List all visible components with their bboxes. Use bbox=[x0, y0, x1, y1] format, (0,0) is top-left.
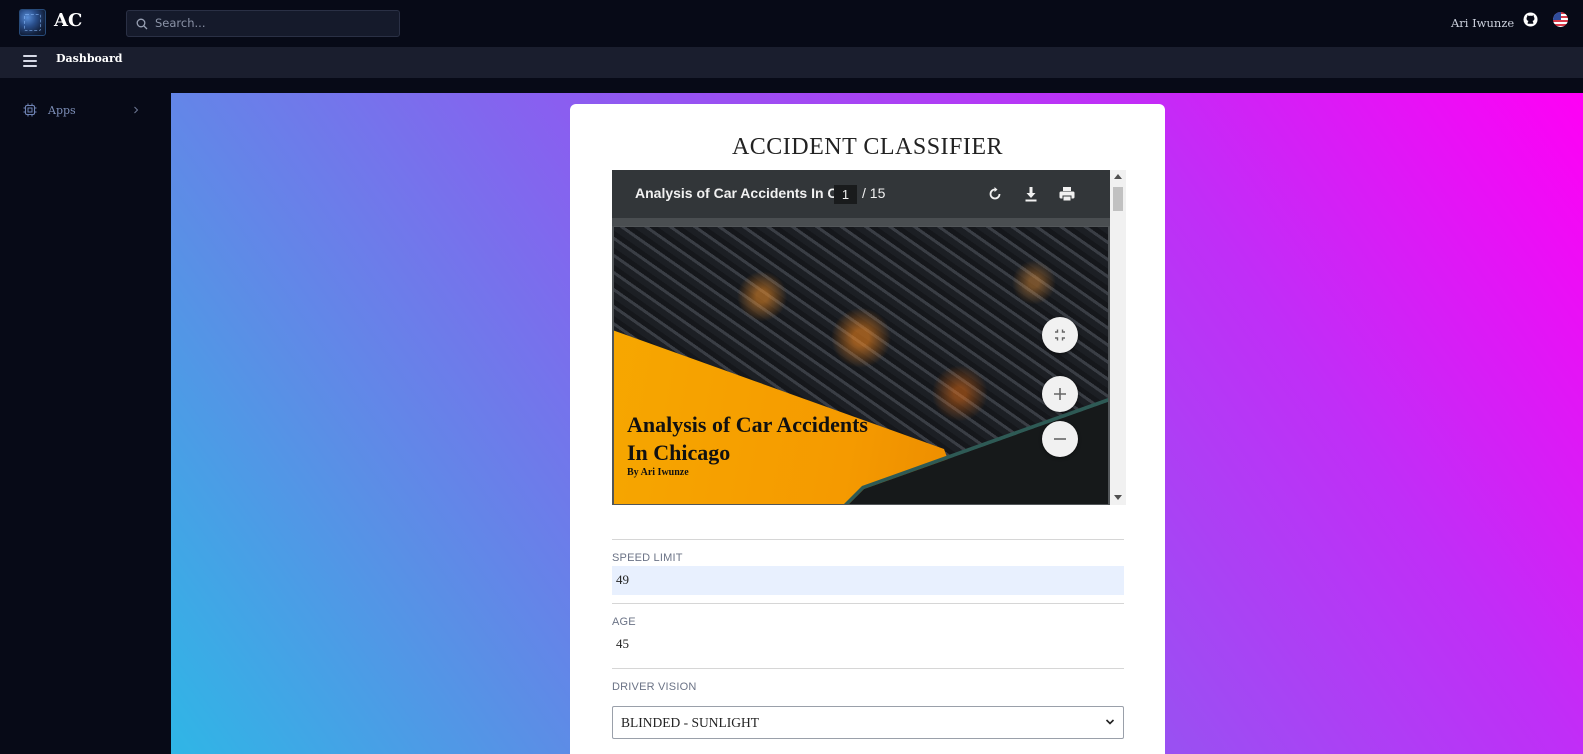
page-title: ACCIDENT CLASSIFIER bbox=[731, 134, 1004, 160]
zoom-in-button[interactable] bbox=[1042, 376, 1078, 412]
pdf-title: Analysis of Car Accidents In C... bbox=[635, 185, 850, 201]
chevron-right-icon bbox=[134, 106, 139, 114]
download-icon[interactable] bbox=[1022, 185, 1040, 203]
fit-page-button[interactable] bbox=[1042, 317, 1078, 353]
pdf-toolbar: Analysis of Car Accidents In C... 1 / 15 bbox=[612, 170, 1110, 218]
pdf-page: Analysis of Car Accidents In Chicago By … bbox=[614, 227, 1108, 504]
pdf-toolbar-shadow bbox=[612, 218, 1110, 226]
pdf-page-total: / 15 bbox=[862, 185, 886, 201]
divider bbox=[612, 668, 1124, 669]
speed-limit-label: SPEED LIMIT bbox=[612, 552, 683, 564]
breadcrumb-dashboard[interactable]: Dashboard bbox=[56, 52, 123, 65]
divider bbox=[612, 539, 1124, 540]
sidebar: Apps bbox=[0, 78, 171, 754]
cpu-icon bbox=[23, 103, 37, 117]
zoom-out-button[interactable] bbox=[1042, 421, 1078, 457]
minus-icon bbox=[1054, 438, 1066, 440]
pdf-viewer[interactable]: Analysis of Car Accidents In C... 1 / 15 bbox=[612, 170, 1126, 505]
driver-vision-label: DRIVER VISION bbox=[612, 681, 697, 693]
pdf-page-input[interactable]: 1 bbox=[834, 185, 857, 204]
us-flag-icon[interactable] bbox=[1553, 12, 1568, 27]
sidebar-item-label: Apps bbox=[48, 104, 76, 117]
age-label: AGE bbox=[612, 616, 636, 628]
divider bbox=[612, 603, 1124, 604]
driver-vision-select[interactable]: BLINDED - SUNLIGHT bbox=[612, 706, 1124, 739]
age-input[interactable]: 45 bbox=[612, 630, 1124, 659]
sidebar-item-apps[interactable]: Apps bbox=[0, 100, 171, 120]
top-bar: AC Search... Ari Iwunze bbox=[0, 0, 1583, 47]
search-input[interactable]: Search... bbox=[126, 10, 400, 37]
search-icon bbox=[136, 18, 148, 30]
hamburger-menu-icon[interactable] bbox=[23, 55, 37, 67]
logo-image[interactable] bbox=[19, 9, 46, 36]
search-placeholder: Search... bbox=[155, 16, 206, 30]
slide-heading: Analysis of Car Accidents In Chicago bbox=[627, 412, 868, 465]
scroll-up-icon[interactable] bbox=[1114, 174, 1122, 179]
user-name[interactable]: Ari Iwunze bbox=[1451, 16, 1514, 30]
scroll-thumb[interactable] bbox=[1113, 187, 1123, 211]
chevron-down-icon bbox=[1105, 719, 1115, 725]
plus-icon bbox=[1054, 388, 1066, 400]
print-icon[interactable] bbox=[1058, 185, 1076, 203]
driver-vision-value: BLINDED - SUNLIGHT bbox=[621, 715, 759, 730]
collapse-icon bbox=[1055, 329, 1065, 341]
scroll-down-icon[interactable] bbox=[1114, 495, 1122, 500]
sub-bar: Dashboard bbox=[0, 47, 1583, 78]
rotate-icon[interactable] bbox=[986, 185, 1004, 203]
slide-byline: By Ari Iwunze bbox=[627, 467, 689, 478]
pdf-scrollbar[interactable] bbox=[1110, 170, 1126, 505]
github-icon[interactable] bbox=[1523, 12, 1538, 27]
brand-name[interactable]: AC bbox=[54, 10, 82, 31]
speed-limit-input[interactable]: 49 bbox=[612, 566, 1124, 595]
classifier-card: ACCIDENT CLASSIFIER Analysis of Car Acci… bbox=[570, 104, 1165, 754]
